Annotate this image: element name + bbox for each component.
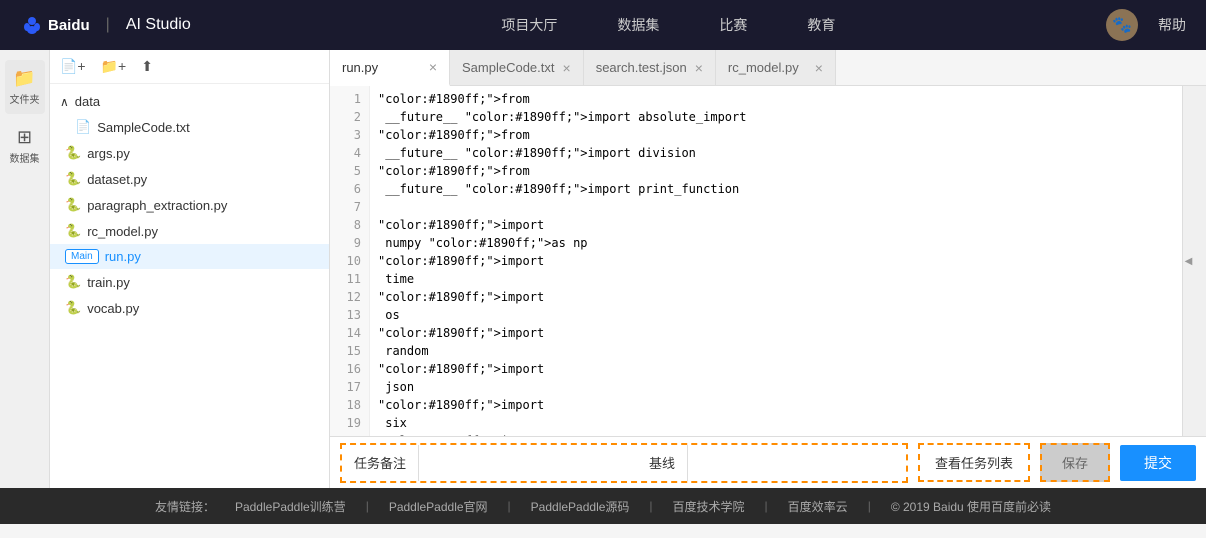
file-icon: 🐍	[65, 171, 81, 187]
avatar[interactable]: 🐾	[1106, 9, 1138, 41]
save-button[interactable]: 保存	[1040, 443, 1110, 482]
new-folder-icon[interactable]: 📁+	[101, 58, 127, 75]
scrollbar[interactable]	[1194, 86, 1206, 436]
tab-close-search-test[interactable]: ×	[695, 60, 703, 76]
file-icon: 🐍	[65, 145, 81, 161]
logo-area: Baidu | AI Studio	[20, 13, 191, 37]
collapse-handle[interactable]: ◀	[1182, 86, 1194, 436]
footer-link-efficiency[interactable]: 百度效率云	[788, 498, 848, 515]
footer-link-official[interactable]: PaddlePaddle官网	[389, 498, 488, 515]
code-editor: 123456789101112131415161718192021222324 …	[330, 86, 1206, 436]
tab-run-py[interactable]: run.py ×	[330, 50, 450, 86]
file-name: dataset.py	[87, 172, 147, 187]
tab-close-samplecode[interactable]: ×	[563, 60, 571, 76]
grid-icon: ⊞	[17, 127, 32, 148]
nav-link-competition[interactable]: 比赛	[719, 15, 747, 35]
tab-search-test[interactable]: search.test.json ×	[584, 50, 716, 85]
nav-link-education[interactable]: 教育	[807, 15, 835, 35]
editor-area: run.py × SampleCode.txt × search.test.js…	[330, 50, 1206, 488]
nav-right: 🐾 帮助	[1106, 9, 1186, 41]
list-item[interactable]: 🐍 paragraph_extraction.py	[50, 192, 329, 218]
file-icon: 📄	[75, 119, 91, 135]
tab-label: run.py	[342, 60, 378, 75]
folder-name: data	[75, 94, 100, 109]
folder-icon: 📁	[13, 68, 35, 89]
task-bar: 任务备注 基线 查看任务列表 保存 提交	[330, 436, 1206, 488]
list-item-run-py[interactable]: Main run.py	[50, 244, 329, 269]
task-right-area: 查看任务列表 保存 提交	[918, 443, 1196, 482]
new-file-icon[interactable]: 📄+	[60, 58, 86, 75]
tab-label: search.test.json	[596, 60, 687, 75]
tab-samplecode[interactable]: SampleCode.txt ×	[450, 50, 584, 85]
list-item[interactable]: 🐍 vocab.py	[50, 295, 329, 321]
footer: 友情链接： PaddlePaddle训练营 | PaddlePaddle官网 |…	[0, 488, 1206, 524]
task-note-input[interactable]	[419, 445, 637, 481]
footer-prefix: 友情链接：	[155, 498, 215, 515]
submit-button[interactable]: 提交	[1120, 445, 1196, 481]
line-numbers: 123456789101112131415161718192021222324	[330, 86, 370, 436]
tab-close-rc-model[interactable]: ×	[815, 60, 823, 76]
nav-divider: |	[106, 16, 110, 34]
help-link[interactable]: 帮助	[1158, 15, 1186, 35]
sidebar-item-datasets[interactable]: ⊞ 数据集	[5, 119, 45, 173]
file-name: train.py	[87, 275, 130, 290]
list-item[interactable]: 🐍 train.py	[50, 269, 329, 295]
sidebar-files-label: 文件夹	[10, 91, 40, 106]
tabs-bar: run.py × SampleCode.txt × search.test.js…	[330, 50, 1206, 86]
list-item[interactable]: 🐍 args.py	[50, 140, 329, 166]
file-list: ∧ data 📄 SampleCode.txt 🐍 args.py 🐍 data…	[50, 84, 329, 488]
file-name: args.py	[87, 146, 130, 161]
sidebar-item-files[interactable]: 📁 文件夹	[5, 60, 45, 114]
file-name: SampleCode.txt	[97, 120, 190, 135]
file-panel: 📄+ 📁+ ⬆ ∧ data 📄 SampleCode.txt 🐍 args.p…	[50, 50, 330, 488]
task-label: 任务备注	[342, 445, 419, 481]
file-name: rc_model.py	[87, 224, 158, 239]
tab-close-run-py[interactable]: ×	[429, 59, 437, 75]
baidu-text: Baidu	[48, 17, 90, 34]
task-input-area: 任务备注 基线	[340, 443, 908, 483]
sidebar-icons: 📁 文件夹 ⊞ 数据集	[0, 50, 50, 488]
footer-link-academy[interactable]: 百度技术学院	[673, 498, 745, 515]
top-navigation: Baidu | AI Studio 项目大厅 数据集 比赛 教育 🐾 帮助	[0, 0, 1206, 50]
view-tasks-button[interactable]: 查看任务列表	[918, 443, 1030, 482]
brand-text: AI Studio	[126, 16, 191, 34]
file-name-active: run.py	[105, 249, 141, 264]
chevron-icon: ∧	[60, 95, 69, 109]
list-item[interactable]: 🐍 dataset.py	[50, 166, 329, 192]
nav-links: 项目大厅 数据集 比赛 教育	[231, 15, 1106, 35]
file-toolbar: 📄+ 📁+ ⬆	[50, 50, 329, 84]
file-icon: 🐍	[65, 274, 81, 290]
badge-main: Main	[65, 249, 99, 264]
footer-link-source[interactable]: PaddlePaddle源码	[531, 498, 630, 515]
footer-link-training[interactable]: PaddlePaddle训练营	[235, 498, 346, 515]
nav-link-projects[interactable]: 项目大厅	[501, 15, 557, 35]
main-container: 📁 文件夹 ⊞ 数据集 📄+ 📁+ ⬆ ∧ data 📄 SampleCode.…	[0, 50, 1206, 488]
folder-data[interactable]: ∧ data	[50, 89, 329, 114]
sidebar-datasets-label: 数据集	[10, 150, 40, 165]
baseline-input[interactable]	[688, 445, 906, 481]
upload-icon[interactable]: ⬆	[141, 58, 153, 75]
file-icon: 🐍	[65, 300, 81, 316]
baidu-logo-icon	[20, 13, 44, 37]
list-item[interactable]: 📄 SampleCode.txt	[50, 114, 329, 140]
tab-rc-model[interactable]: rc_model.py ×	[716, 50, 836, 85]
tab-label: SampleCode.txt	[462, 60, 555, 75]
file-name: vocab.py	[87, 301, 139, 316]
list-item[interactable]: 🐍 rc_model.py	[50, 218, 329, 244]
file-icon: 🐍	[65, 197, 81, 213]
baseline-label: 基线	[637, 445, 688, 481]
code-content[interactable]: "color:#1890ff;">from __future__ "color:…	[370, 86, 1182, 436]
file-icon: 🐍	[65, 223, 81, 239]
footer-copyright: © 2019 Baidu 使用百度前必读	[891, 498, 1051, 515]
file-name: paragraph_extraction.py	[87, 198, 227, 213]
nav-link-datasets[interactable]: 数据集	[617, 15, 659, 35]
tab-label: rc_model.py	[728, 60, 799, 75]
